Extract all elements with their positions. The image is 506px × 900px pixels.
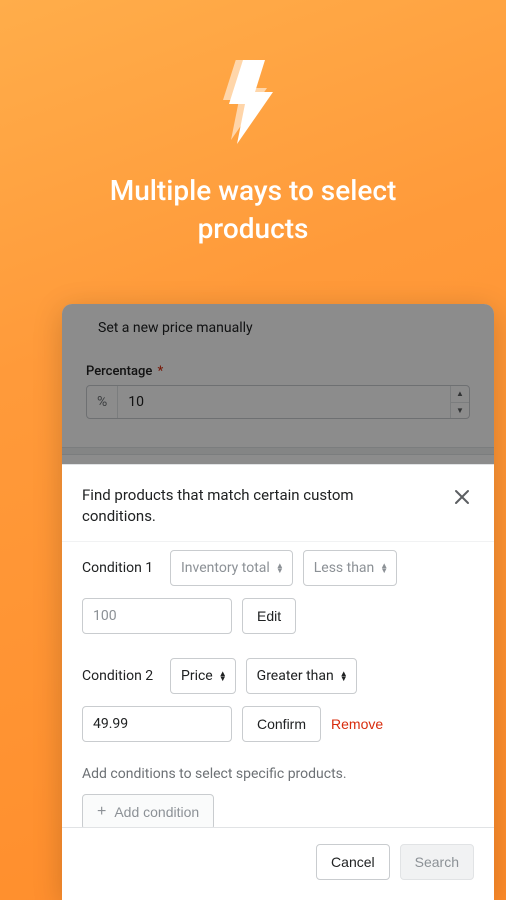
select-arrows-icon: ▲▼ (380, 563, 388, 573)
modal-body: Condition 1 Inventory total ▲▼ Less than… (62, 541, 494, 828)
percentage-input[interactable]: % 10 ▲ ▼ (86, 385, 470, 419)
remove-button[interactable]: Remove (331, 716, 383, 732)
condition-2-label: Condition 2 (82, 668, 160, 684)
cancel-button[interactable]: Cancel (316, 844, 390, 880)
select-arrows-icon: ▲▼ (340, 671, 348, 681)
modal-header: Find products that match certain custom … (62, 465, 494, 541)
conditions-hint: Add conditions to select specific produc… (82, 766, 474, 782)
hero-title: Multiple ways to select products (0, 172, 506, 248)
confirm-button[interactable]: Confirm (242, 706, 321, 742)
step-down-icon[interactable]: ▼ (451, 403, 469, 419)
percent-prefix: % (87, 386, 118, 418)
condition-1-value-input[interactable]: 100 (82, 598, 232, 634)
app-card: Set a new price manually Percentage * % … (62, 304, 494, 900)
section-divider (62, 447, 494, 455)
condition-2-field-select[interactable]: Price ▲▼ (170, 658, 236, 694)
conditions-modal: Find products that match certain custom … (62, 464, 494, 900)
modal-footer: Cancel Search (62, 828, 494, 900)
condition-1-operator-select[interactable]: Less than ▲▼ (303, 550, 397, 586)
edit-button[interactable]: Edit (242, 598, 296, 634)
condition-1-group: Condition 1 Inventory total ▲▼ Less than… (82, 550, 474, 634)
condition-1-label: Condition 1 (82, 560, 160, 576)
condition-2-operator-select[interactable]: Greater than ▲▼ (246, 658, 357, 694)
condition-2-value-input[interactable]: 49.99 (82, 706, 232, 742)
step-up-icon[interactable]: ▲ (451, 386, 469, 403)
set-price-option: Set a new price manually (98, 320, 470, 336)
plus-icon: + (97, 804, 106, 820)
percentage-label: Percentage * (86, 364, 470, 379)
percentage-value: 10 (118, 394, 450, 410)
modal-title: Find products that match certain custom … (82, 485, 396, 527)
number-stepper[interactable]: ▲ ▼ (450, 386, 469, 418)
search-button[interactable]: Search (400, 844, 474, 880)
select-arrows-icon: ▲▼ (276, 563, 284, 573)
close-button[interactable] (450, 485, 474, 512)
select-arrows-icon: ▲▼ (219, 671, 227, 681)
condition-2-group: Condition 2 Price ▲▼ Greater than ▲▼ 49.… (82, 658, 474, 742)
hero-section: Multiple ways to select products (0, 0, 506, 248)
condition-1-field-select[interactable]: Inventory total ▲▼ (170, 550, 293, 586)
lightning-bolt-icon (221, 60, 285, 144)
close-icon (452, 487, 472, 507)
add-condition-button[interactable]: + Add condition (82, 794, 214, 828)
